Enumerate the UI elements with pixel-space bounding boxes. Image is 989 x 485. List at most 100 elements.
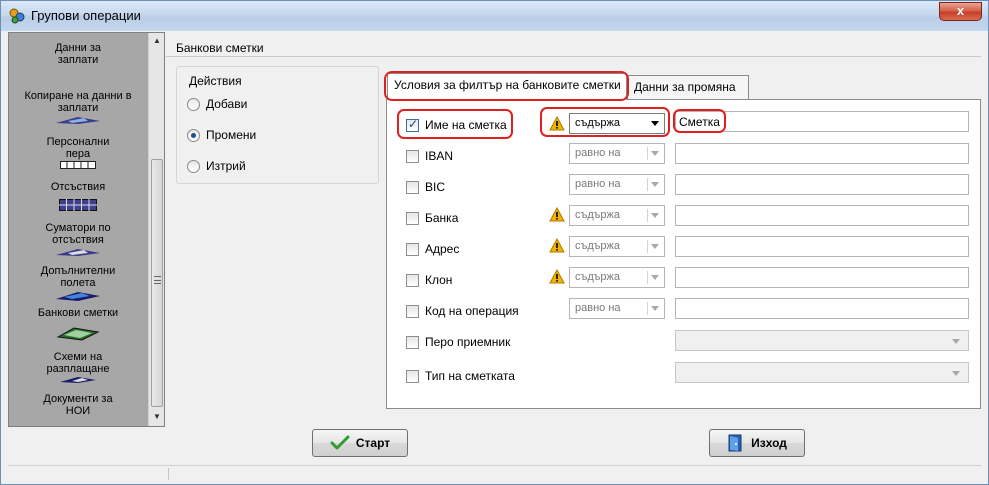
operator-select[interactable]: равно на [569, 298, 665, 319]
sidebar-item-absence-summators[interactable]: Суматори по отсъствия [9, 222, 147, 257]
checkbox[interactable] [406, 180, 419, 194]
operator-value: равно на [575, 302, 621, 314]
operator-value: съдържа [575, 240, 621, 252]
highlight-annotation [397, 109, 513, 139]
receiver-item-select[interactable] [675, 330, 969, 351]
filter-label: Тип на сметката [425, 369, 515, 383]
sidebar-item-personal-items[interactable]: Персонални пера [9, 136, 147, 169]
filter-operation-code[interactable]: Код на операция [406, 304, 519, 318]
operator-select[interactable]: равно на [569, 174, 665, 195]
filter-label: Код на операция [425, 304, 519, 318]
filter-label: Перо приемник [425, 335, 511, 349]
sidebar-item-label: Допълнителни полета [40, 265, 116, 289]
sidebar-item-label: Копиране на данни в заплати [24, 90, 132, 114]
checkbox[interactable] [406, 304, 419, 318]
radio-modify[interactable]: Промени [187, 128, 256, 142]
filter-label: BIC [425, 180, 446, 194]
chevron-down-icon [651, 244, 659, 249]
filter-bic[interactable]: BIC [406, 180, 445, 194]
operator-select[interactable]: съдържа [569, 267, 665, 288]
window-title: Групови операции [31, 8, 141, 23]
filter-value-input[interactable] [675, 298, 969, 319]
app-icon [9, 8, 25, 24]
start-label: Старт [355, 436, 391, 450]
sidebar-item-salary-data[interactable]: Данни за заплати [9, 42, 147, 66]
tab-change-data[interactable]: Данни за промяна [627, 75, 749, 99]
checkbox[interactable] [406, 369, 419, 383]
filter-label: IBAN [425, 149, 454, 163]
checkbox[interactable] [406, 273, 419, 287]
highlight-annotation [673, 109, 726, 133]
filter-value-input[interactable] [675, 267, 969, 288]
chevron-down-icon [651, 151, 659, 156]
operator-value: равно на [575, 178, 621, 190]
operator-value: равно на [575, 147, 621, 159]
filter-bank[interactable]: Банка [406, 211, 458, 225]
scroll-up-icon[interactable]: ▲ [149, 33, 165, 49]
warning-icon [549, 207, 565, 222]
filter-label: Банка [425, 211, 459, 225]
filter-branch[interactable]: Клон [406, 273, 452, 287]
exit-button[interactable]: Изход [709, 429, 805, 457]
radio-add[interactable]: Добави [187, 97, 247, 111]
radio-delete[interactable]: Изтрий [187, 159, 246, 173]
radio-button[interactable] [187, 97, 200, 111]
status-bar [8, 465, 981, 481]
sidebar-item-label: Отсъствия [50, 181, 106, 193]
checkbox[interactable] [406, 242, 419, 256]
filter-receiver-item[interactable]: Перо приемник [406, 335, 510, 349]
grip-icon [154, 276, 161, 284]
absence-summators-icon [56, 249, 100, 256]
sidebar-item-additional-fields[interactable]: Допълнителни полета [9, 265, 147, 302]
filter-label: Адрес [425, 242, 460, 256]
filter-value-input[interactable] [675, 205, 969, 226]
sidebar-item-noi-documents[interactable]: Документи за НОИ [9, 393, 147, 417]
operator-select[interactable]: съдържа [569, 236, 665, 257]
operator-select[interactable]: съдържа [569, 205, 665, 226]
chevron-down-icon [651, 213, 659, 218]
sidebar-item-copy-data[interactable]: Копиране на данни в заплати [9, 90, 147, 125]
divider [166, 56, 981, 57]
highlight-annotation [540, 107, 670, 137]
copy-data-icon [56, 117, 100, 124]
checkbox[interactable] [406, 211, 419, 225]
sidebar-item-absences[interactable]: Отсъствия [9, 181, 147, 211]
chevron-down-icon [952, 339, 960, 344]
radio-button[interactable] [187, 159, 200, 173]
group-title: Банкови сметки [176, 41, 264, 55]
checkbox[interactable] [406, 149, 419, 163]
divider [647, 240, 648, 253]
sidebar-item-bank-accounts[interactable]: Банкови сметки [9, 307, 147, 341]
sidebar-item-label: Банкови сметки [37, 307, 119, 319]
radio-label: Изтрий [206, 159, 246, 173]
filter-iban[interactable]: IBAN [406, 149, 453, 163]
sidebar-item-label: Документи за НОИ [43, 393, 113, 417]
chevron-down-icon [952, 371, 960, 376]
chevron-down-icon [651, 275, 659, 280]
filter-value-input[interactable] [675, 174, 969, 195]
payment-schemes-icon [60, 377, 96, 383]
filter-account-type[interactable]: Тип на сметката [406, 369, 515, 383]
scroll-down-icon[interactable]: ▼ [149, 409, 165, 425]
operator-value: съдържа [575, 209, 621, 221]
tab-highlight-annotation [384, 71, 629, 101]
checkmark-icon [330, 435, 350, 450]
chevron-down-icon [651, 182, 659, 187]
close-button[interactable]: x [939, 2, 982, 21]
account-type-select[interactable] [675, 362, 969, 383]
checkbox[interactable] [406, 335, 419, 349]
sidebar-scrollbar[interactable]: ▲ ▼ [148, 33, 164, 426]
operator-select[interactable]: равно на [569, 143, 665, 164]
radio-button[interactable] [187, 128, 200, 142]
start-button[interactable]: Старт [312, 429, 408, 457]
absences-icon [59, 199, 97, 211]
filter-value-input[interactable] [675, 143, 969, 164]
radio-label: Добави [206, 97, 248, 111]
filter-address[interactable]: Адрес [406, 242, 459, 256]
chevron-down-icon [651, 306, 659, 311]
bank-accounts-icon [56, 327, 100, 341]
filter-value-input[interactable] [675, 236, 969, 257]
sidebar-item-payment-schemes[interactable]: Схеми на разплащане [9, 351, 147, 384]
scrollbar-thumb[interactable] [151, 159, 163, 407]
sidebar-item-label: Персонални пера [46, 136, 110, 160]
